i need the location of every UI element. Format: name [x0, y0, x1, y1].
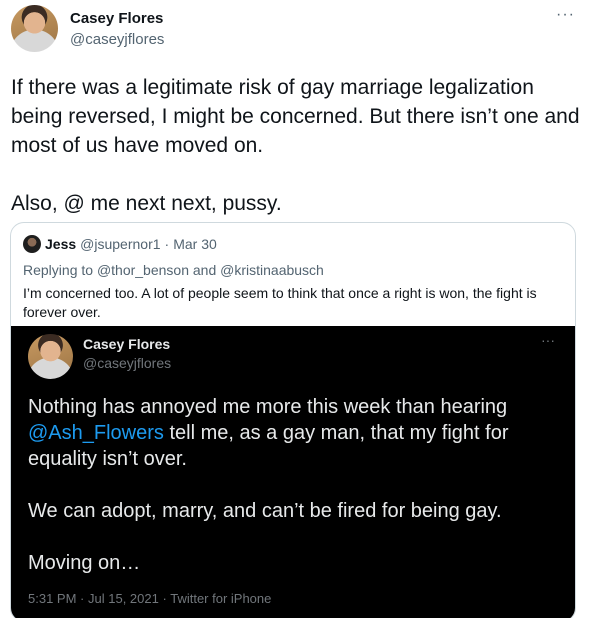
screenshot-separator: · [80, 591, 85, 606]
quoted-author-name[interactable]: Jess [45, 236, 76, 252]
screenshot-date: Jul 15, 2021 [88, 591, 159, 606]
screenshot-text-line1: Nothing has annoyed me more this week th… [28, 396, 508, 418]
author-handle[interactable]: @caseyjflores [70, 31, 164, 48]
quoted-tweet-header: Jess @jsupernor1 · Mar 30 [23, 235, 217, 253]
more-options-icon[interactable]: ··· [556, 6, 575, 24]
tweet-text-paragraph-2: Also, @ me next next, pussy. [11, 192, 282, 215]
reply-mention-1[interactable]: @thor_benson [97, 262, 189, 278]
quoted-author-handle[interactable]: @jsupernor1 [80, 236, 160, 252]
quoted-date[interactable]: Mar 30 [173, 236, 217, 252]
tweet-text-paragraph-1: If there was a legitimate risk of gay ma… [11, 76, 580, 157]
replying-to-label: Replying to [23, 262, 94, 278]
screenshot-separator-2: · [162, 591, 167, 606]
screenshot-more-icon: ··· [541, 332, 555, 348]
embedded-tweet-screenshot: Casey Flores @caseyjflores ··· Nothing h… [11, 326, 575, 618]
replying-to: Replying to @thor_benson and @kristinaab… [23, 262, 324, 278]
screenshot-mention: @Ash_Flowers [28, 422, 164, 444]
screenshot-author-name: Casey Flores [83, 336, 171, 352]
screenshot-tweet-text: Nothing has annoyed me more this week th… [28, 394, 563, 576]
replying-and: and [192, 262, 217, 278]
separator-dot: · [164, 236, 170, 252]
screenshot-time: 5:31 PM [28, 591, 77, 606]
screenshot-author-avatar [28, 334, 73, 379]
reply-mention-2[interactable]: @kristinaabusch [220, 262, 324, 278]
screenshot-author-handle: @caseyjflores [83, 355, 172, 371]
quoted-tweet[interactable]: Jess @jsupernor1 · Mar 30 Replying to @t… [10, 222, 576, 618]
screenshot-meta: 5:31 PM · Jul 15, 2021 · Twitter for iPh… [28, 591, 271, 606]
screenshot-text-paragraph-2: We can adopt, marry, and can’t be fired … [28, 500, 502, 522]
screenshot-source: Twitter for iPhone [170, 591, 272, 606]
quoted-tweet-text: I’m concerned too. A lot of people seem … [23, 285, 537, 320]
quoted-author-avatar[interactable] [23, 235, 41, 253]
author-avatar[interactable] [11, 5, 58, 52]
tweet-text: If there was a legitimate risk of gay ma… [11, 73, 591, 218]
screenshot-text-paragraph-3: Moving on… [28, 552, 141, 574]
author-name[interactable]: Casey Flores [70, 10, 163, 27]
